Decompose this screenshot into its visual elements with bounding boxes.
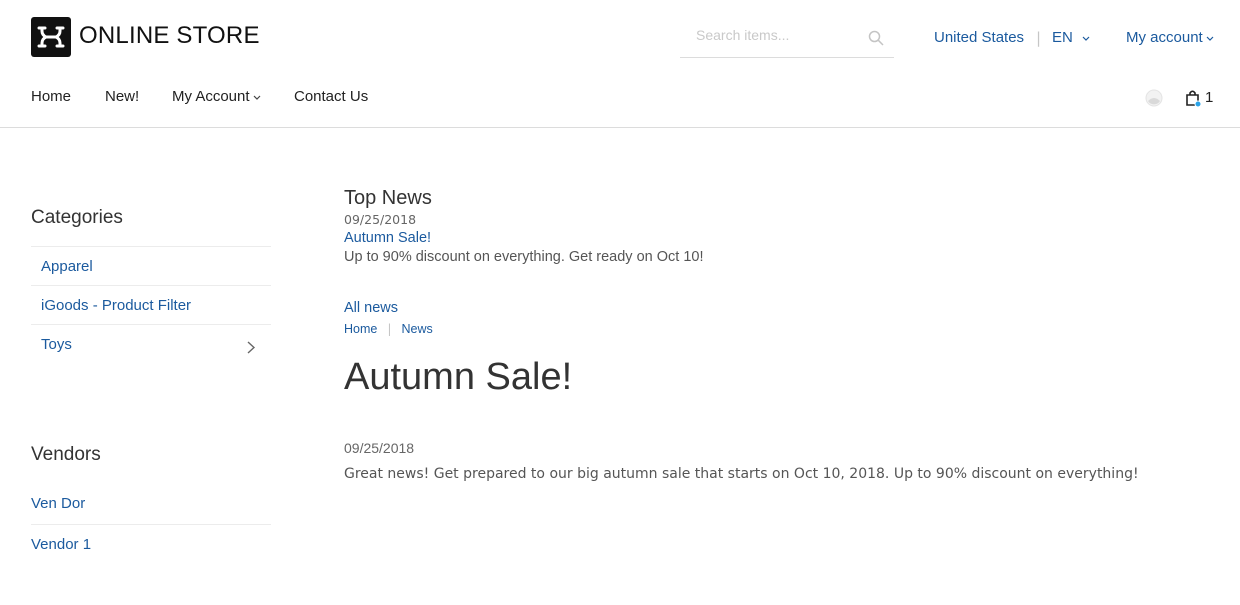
- language-label: EN: [1052, 29, 1073, 46]
- category-item[interactable]: Toys: [31, 324, 271, 364]
- top-news-date: 09/25/2018: [344, 212, 417, 227]
- store-name[interactable]: ONLINE STORE: [79, 22, 260, 50]
- article-date: 09/25/2018: [344, 440, 415, 456]
- vendor-divider: [31, 524, 271, 525]
- top-news-title: Top News: [344, 187, 432, 209]
- vendor-ven-dor[interactable]: Ven Dor: [31, 495, 85, 512]
- cart-count[interactable]: 1: [1205, 89, 1213, 106]
- all-news-link[interactable]: All news: [344, 300, 398, 316]
- categories-title: Categories: [31, 207, 123, 228]
- breadcrumb-news[interactable]: News: [402, 322, 433, 336]
- breadcrumb-separator: |: [387, 321, 392, 336]
- nav-divider: [0, 127, 1240, 128]
- search-box: [680, 22, 894, 58]
- nav-home[interactable]: Home: [31, 88, 71, 105]
- nav-my-account-label: My Account: [172, 88, 250, 105]
- nav-contact-us[interactable]: Contact Us: [294, 88, 368, 105]
- article-title: Autumn Sale!: [344, 356, 573, 398]
- category-item[interactable]: Apparel: [31, 246, 271, 286]
- chevron-down-icon: [1206, 36, 1214, 41]
- article-body: Great news! Get prepared to our big autu…: [344, 466, 1139, 482]
- cart-icon[interactable]: [1185, 88, 1202, 112]
- top-news-summary: Up to 90% discount on everything. Get re…: [344, 249, 704, 265]
- top-news-headline-link[interactable]: Autumn Sale!: [344, 230, 431, 246]
- search-input[interactable]: [694, 26, 858, 44]
- vendors-title: Vendors: [31, 444, 101, 465]
- chevron-right-icon[interactable]: [247, 339, 256, 358]
- category-item[interactable]: iGoods - Product Filter: [31, 285, 271, 325]
- store-logo[interactable]: [31, 17, 71, 57]
- logo-icon: [37, 26, 65, 48]
- breadcrumb: Home | News: [344, 321, 433, 336]
- nav-new[interactable]: New!: [105, 88, 139, 105]
- chevron-down-icon: [253, 95, 260, 100]
- my-account-dropdown[interactable]: My account: [1126, 29, 1214, 46]
- breadcrumb-home[interactable]: Home: [344, 322, 377, 336]
- category-toys[interactable]: Toys: [41, 336, 72, 353]
- category-igoods[interactable]: iGoods - Product Filter: [41, 297, 191, 314]
- category-apparel[interactable]: Apparel: [41, 258, 93, 275]
- country-selector[interactable]: United States: [934, 29, 1024, 46]
- nav-my-account[interactable]: My Account: [172, 88, 261, 105]
- theme-toggle-icon[interactable]: [1145, 89, 1163, 111]
- header-separator: |: [1036, 29, 1042, 47]
- search-icon[interactable]: [868, 30, 884, 50]
- vendor-1[interactable]: Vendor 1: [31, 536, 91, 553]
- my-account-label: My account: [1126, 29, 1203, 46]
- language-selector[interactable]: EN: [1052, 29, 1090, 46]
- chevron-down-icon: [1082, 36, 1090, 41]
